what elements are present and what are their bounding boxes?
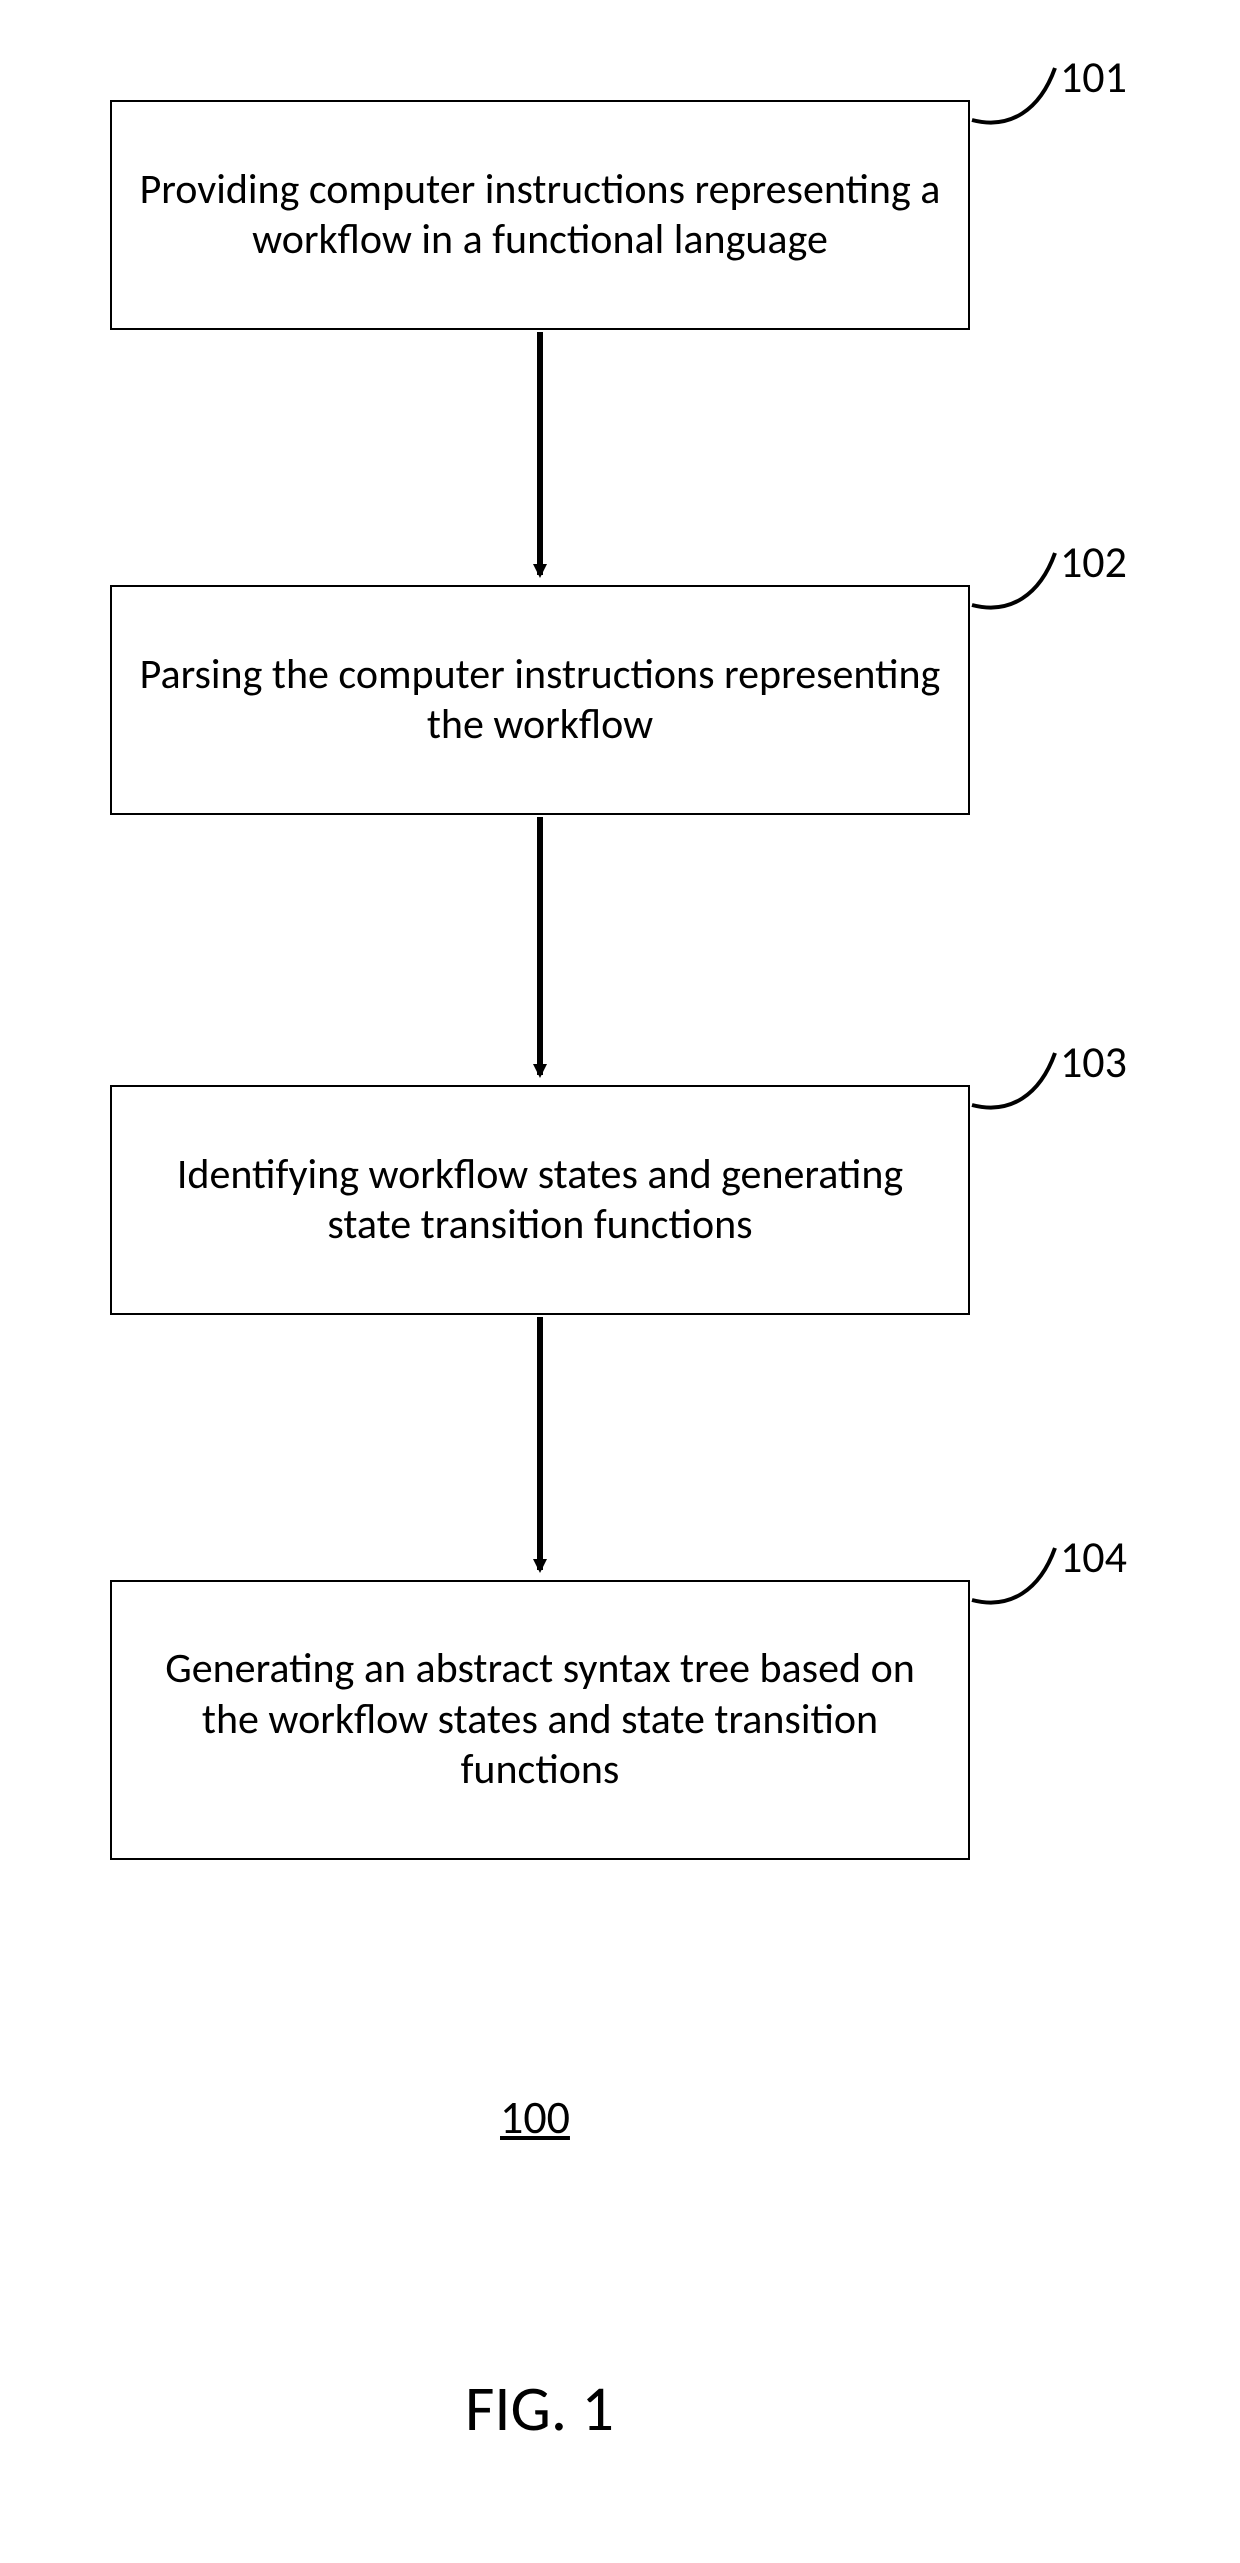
flow-step-4: Generating an abstract syntax tree based… [110,1580,970,1860]
flow-step-1-text: Providing computer instructions represen… [132,165,948,266]
callout-curve-3 [972,1053,1055,1108]
flow-step-3-ref: 103 [1060,1040,1127,1084]
flow-step-3: Identifying workflow states and generati… [110,1085,970,1315]
flow-step-4-ref: 104 [1060,1535,1127,1579]
callout-curve-2 [972,553,1055,608]
figure-caption: FIG. 1 [465,2370,614,2448]
flow-step-3-text: Identifying workflow states and generati… [132,1150,948,1251]
figure-number: 100 [500,2090,570,2146]
flow-step-2-text: Parsing the computer instructions repres… [132,650,948,751]
flow-step-2: Parsing the computer instructions repres… [110,585,970,815]
flow-step-1-ref: 101 [1060,55,1127,99]
flow-step-2-ref: 102 [1060,540,1127,584]
diagram-canvas: Providing computer instructions represen… [0,0,1240,2563]
callout-curve-4 [972,1548,1055,1603]
flow-step-4-text: Generating an abstract syntax tree based… [132,1644,948,1795]
flow-step-1: Providing computer instructions represen… [110,100,970,330]
callout-curve-1 [972,68,1055,123]
